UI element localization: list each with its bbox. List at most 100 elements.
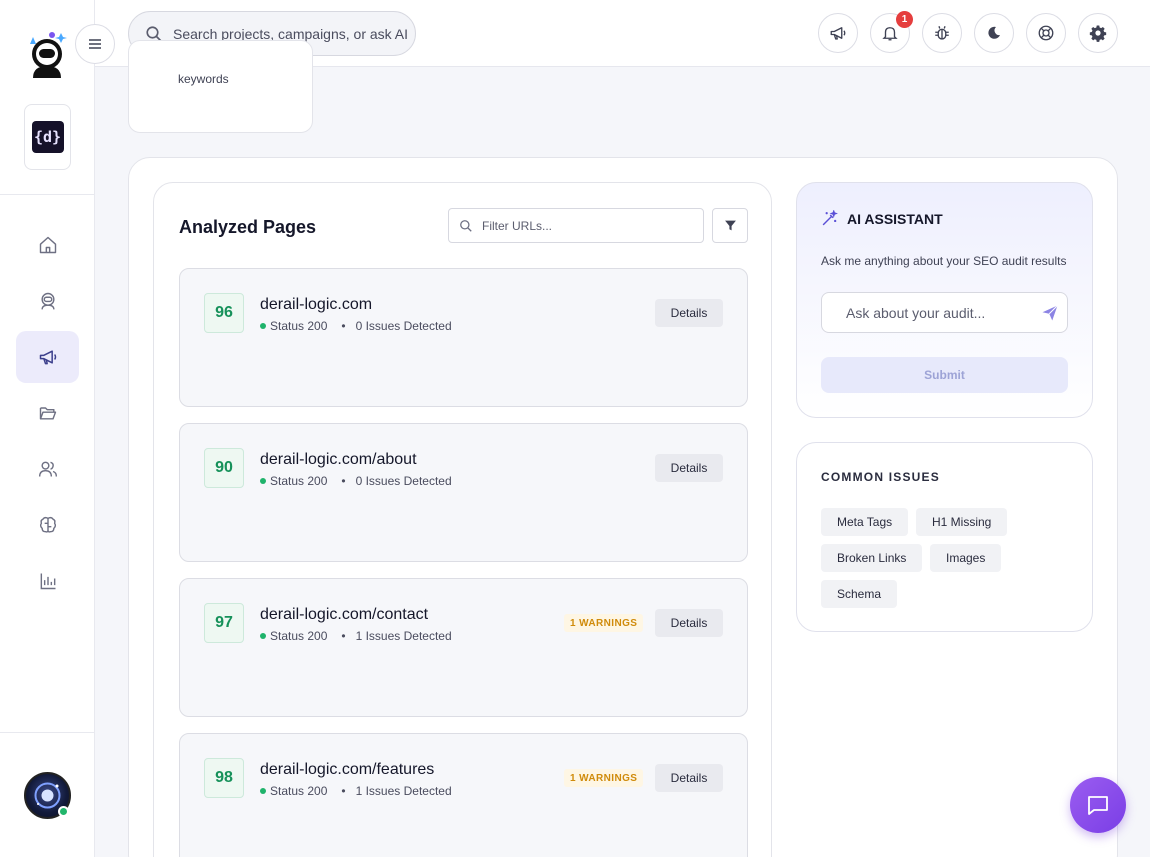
ai-input-placeholder: Ask about your audit... xyxy=(846,304,986,321)
moon-icon xyxy=(988,26,1000,39)
ai-assistant-subtitle: Ask me anything about your SEO audit res… xyxy=(821,254,1067,268)
page-meta: Status 200 • 1 Issues Detected xyxy=(260,784,452,798)
nav-folders[interactable] xyxy=(16,387,79,439)
seo-score: 97 xyxy=(204,603,244,643)
home-icon xyxy=(39,236,56,254)
page-url: derail-logic.com/features xyxy=(260,761,435,778)
page-row[interactable]: 97 derail-logic.com/contact Status 200 •… xyxy=(179,578,748,717)
status-dot xyxy=(260,788,266,794)
ai-assistant-title: AI ASSISTANT xyxy=(847,210,943,227)
separator-bullet: • xyxy=(341,629,346,643)
status-dot xyxy=(260,633,266,639)
issue-tag[interactable]: Schema xyxy=(821,580,898,608)
details-button[interactable]: Details xyxy=(655,299,723,327)
seo-score: 90 xyxy=(204,448,244,488)
issue-tag[interactable]: Meta Tags xyxy=(821,508,909,536)
nav-campaigns[interactable] xyxy=(16,331,79,383)
funnel-icon xyxy=(724,220,736,231)
seo-score: 96 xyxy=(204,293,244,333)
issue-tag[interactable]: H1 Missing xyxy=(916,508,1008,536)
megaphone-icon xyxy=(39,350,56,365)
issue-tag[interactable]: Broken Links xyxy=(821,544,923,572)
details-button[interactable]: Details xyxy=(655,609,723,637)
folder-icon xyxy=(39,407,56,420)
issues-count: 1 Issues Detected xyxy=(355,784,452,798)
page-row[interactable]: 98 derail-logic.com/features Status 200 … xyxy=(179,733,748,857)
page-row[interactable]: 90 derail-logic.com/about Status 200 • 0… xyxy=(179,423,748,562)
page-meta: Status 200 • 1 Issues Detected xyxy=(260,629,452,643)
dark-mode-toggle[interactable] xyxy=(974,13,1014,53)
status-code: Status 200 xyxy=(270,474,328,488)
ai-assistant-card: AI ASSISTANT Ask me anything about your … xyxy=(796,182,1093,418)
send-icon[interactable] xyxy=(1041,304,1059,322)
ai-question-input[interactable]: Ask about your audit... xyxy=(821,292,1068,333)
bug-icon xyxy=(935,26,949,40)
project-switcher[interactable]: {d} xyxy=(24,104,71,170)
astronaut-logo-icon[interactable] xyxy=(24,30,70,78)
keywords-stat-card: keywords xyxy=(128,40,313,133)
search-icon xyxy=(460,219,472,232)
issues-count: 0 Issues Detected xyxy=(355,319,452,333)
page-url: derail-logic.com/about xyxy=(260,451,417,468)
common-issues-title: COMMON ISSUES xyxy=(821,470,940,484)
nav-ai-brain[interactable] xyxy=(16,499,79,551)
users-icon xyxy=(38,461,57,477)
online-status-dot xyxy=(58,806,69,817)
chat-bubble-icon xyxy=(1088,796,1108,815)
page-url: derail-logic.com xyxy=(260,296,373,313)
page-meta: Status 200 • 0 Issues Detected xyxy=(260,474,452,488)
filter-placeholder: Filter URLs... xyxy=(482,218,553,233)
menu-icon xyxy=(89,39,101,49)
settings-button[interactable] xyxy=(1078,13,1118,53)
page-row[interactable]: 96 derail-logic.com Status 200 • 0 Issue… xyxy=(179,268,748,407)
page-meta: Status 200 • 0 Issues Detected xyxy=(260,319,452,333)
notifications-button[interactable]: 1 xyxy=(870,11,913,53)
sidebar: {d} xyxy=(0,0,95,857)
campaigns-button[interactable] xyxy=(818,13,858,53)
notification-badge: 1 xyxy=(896,11,913,28)
analyzed-pages-panel: Analyzed Pages Filter URLs... 96 derail-… xyxy=(153,182,772,857)
nav-analytics[interactable] xyxy=(16,555,79,607)
filter-button[interactable] xyxy=(712,208,748,243)
lifebuoy-icon xyxy=(1038,25,1054,41)
status-dot xyxy=(260,478,266,484)
filter-urls-input[interactable]: Filter URLs... xyxy=(448,208,704,243)
ai-assistant-header: AI ASSISTANT xyxy=(821,210,943,227)
issue-tag[interactable]: Images xyxy=(930,544,1002,572)
issues-count: 0 Issues Detected xyxy=(355,474,452,488)
sidebar-divider xyxy=(0,194,95,195)
keywords-label: keywords xyxy=(178,72,229,86)
common-issues-card: COMMON ISSUES Meta Tags H1 Missing Broke… xyxy=(796,442,1093,632)
status-code: Status 200 xyxy=(270,629,328,643)
warning-badge: 1 WARNINGS xyxy=(564,769,644,787)
bell-icon xyxy=(882,27,898,41)
nav-astronaut[interactable] xyxy=(16,275,79,327)
report-bug-button[interactable] xyxy=(922,13,962,53)
chat-button[interactable] xyxy=(1070,777,1126,833)
sidebar-toggle-button[interactable] xyxy=(75,24,115,64)
status-code: Status 200 xyxy=(270,784,328,798)
megaphone-icon xyxy=(830,27,846,40)
nav-users[interactable] xyxy=(16,443,79,495)
astronaut-icon xyxy=(40,292,55,310)
status-code: Status 200 xyxy=(270,319,328,333)
seo-score: 98 xyxy=(204,758,244,798)
project-logo: {d} xyxy=(31,121,64,153)
nav-home[interactable] xyxy=(16,219,79,271)
details-button[interactable]: Details xyxy=(655,764,723,792)
status-dot xyxy=(260,323,266,329)
details-button[interactable]: Details xyxy=(655,454,723,482)
submit-button[interactable]: Submit xyxy=(821,357,1068,393)
brain-icon xyxy=(39,516,56,533)
separator-bullet: • xyxy=(341,319,346,333)
magic-wand-icon xyxy=(822,210,838,226)
page-url: derail-logic.com/contact xyxy=(260,606,429,623)
separator-bullet: • xyxy=(341,474,346,488)
bar-chart-icon xyxy=(40,573,55,590)
warning-badge: 1 WARNINGS xyxy=(564,614,644,632)
gear-icon xyxy=(1089,25,1107,42)
help-button[interactable] xyxy=(1026,13,1066,53)
sidebar-divider xyxy=(0,732,95,733)
user-avatar[interactable] xyxy=(24,772,71,819)
separator-bullet: • xyxy=(341,784,346,798)
